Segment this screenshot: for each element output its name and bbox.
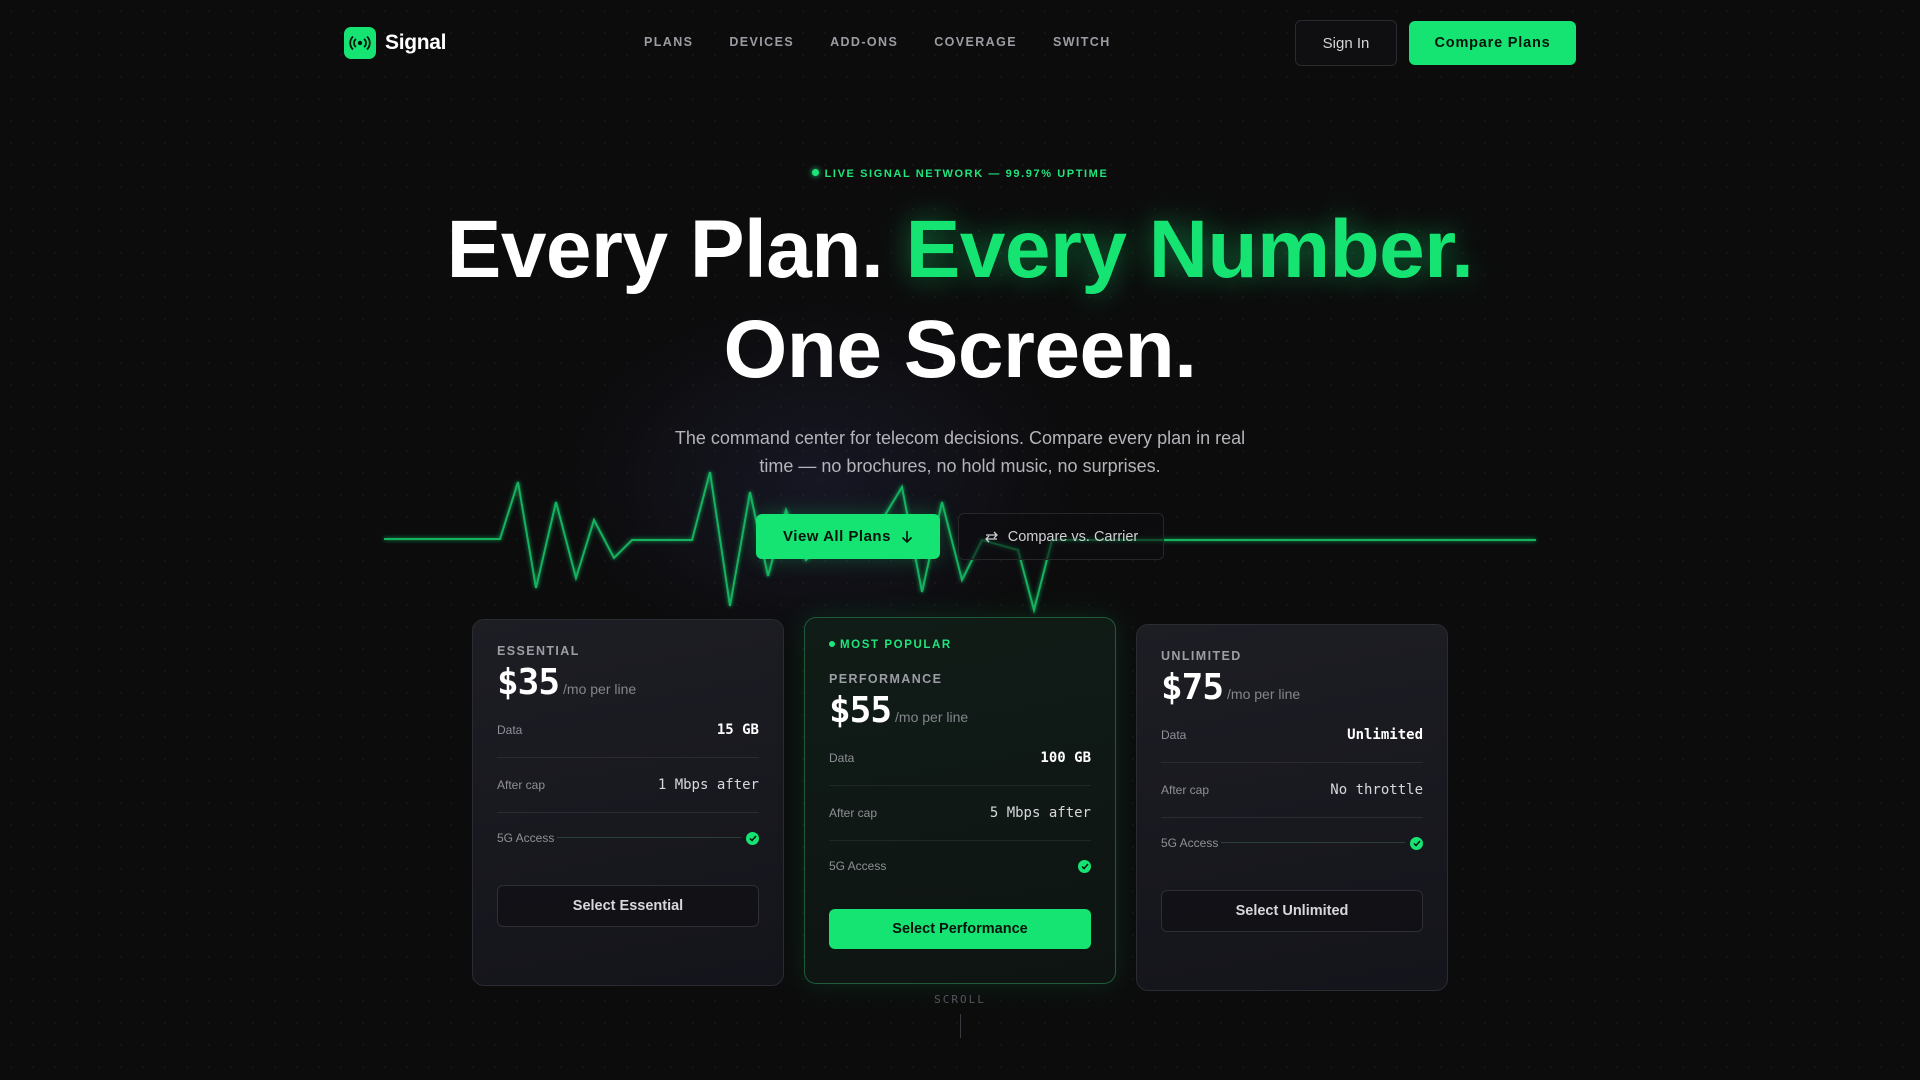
spec-value: 100 GB [1040, 750, 1091, 766]
hero-headline: Every Plan. Every Number. One Screen. [0, 200, 1920, 400]
spec-value: Unlimited [1347, 727, 1423, 743]
spec-row-data: Data 100 GB [829, 731, 1091, 786]
broadcast-icon [344, 27, 376, 59]
plan-price: $55 [829, 690, 892, 731]
status-dot-icon [811, 169, 819, 176]
arrow-down-icon [901, 530, 913, 543]
check-icon [1078, 859, 1091, 873]
divider [1221, 842, 1405, 843]
spec-label: After cap [497, 778, 546, 792]
divider [557, 837, 741, 838]
plan-card-performance: MOST POPULAR PERFORMANCE $55 /mo per lin… [804, 617, 1116, 984]
spec-value: 15 GB [716, 722, 759, 738]
plan-price-unit: /mo per line [895, 709, 969, 725]
spec-row-after-cap: After cap 5 Mbps after [829, 786, 1091, 841]
nav-link-add-ons[interactable]: ADD-ONS [830, 35, 898, 49]
select-unlimited-button[interactable]: Select Unlimited [1161, 890, 1423, 932]
plan-card-unlimited: UNLIMITED $75 /mo per line Data Unlimite… [1136, 624, 1448, 991]
nav-links: PLANS DEVICES ADD-ONS COVERAGE SWITCH [644, 35, 1111, 49]
nav-link-plans[interactable]: PLANS [644, 35, 693, 49]
plan-price: $35 [497, 662, 560, 703]
headline-accent: Every Number. [905, 204, 1474, 295]
spec-row-data: Data Unlimited [1161, 708, 1423, 763]
badge-text: LIVE SIGNAL NETWORK — 99.97% UPTIME [824, 168, 1109, 180]
badge-dot-icon [829, 641, 835, 647]
spec-value: 1 Mbps after [657, 777, 759, 793]
spec-row-after-cap: After cap 1 Mbps after [497, 758, 759, 813]
scroll-indicator-label: SCROLL [934, 993, 986, 1006]
spec-row-5g-access: 5G Access [497, 813, 759, 863]
swap-arrows-icon [984, 531, 998, 542]
headline-part-2: One Screen. [723, 304, 1197, 395]
spec-row-5g-access: 5G Access [1161, 818, 1423, 868]
spec-value: No throttle [1330, 782, 1423, 798]
spec-label: 5G Access [829, 859, 887, 873]
network-status-badge: LIVE SIGNAL NETWORK — 99.97% UPTIME [0, 168, 1920, 180]
plan-price-unit: /mo per line [1227, 686, 1301, 702]
plan-price: $75 [1161, 667, 1224, 708]
spec-row-5g-access: 5G Access [829, 841, 1091, 891]
view-all-plans-label: View All Plans [783, 528, 891, 545]
spec-label: 5G Access [1161, 836, 1219, 850]
headline-part-1: Every Plan. [446, 204, 884, 295]
spec-row-after-cap: After cap No throttle [1161, 763, 1423, 818]
compare-vs-carrier-label: Compare vs. Carrier [1007, 528, 1139, 545]
spec-label: Data [497, 723, 523, 737]
plan-card-essential: ESSENTIAL $35 /mo per line Data 15 GB Af… [472, 619, 784, 986]
compare-plans-button[interactable]: Compare Plans [1409, 21, 1576, 65]
view-all-plans-button[interactable]: View All Plans [756, 514, 940, 559]
spec-label: Data [1161, 728, 1187, 742]
scroll-indicator-line [960, 1014, 961, 1038]
plan-tier: UNLIMITED [1161, 649, 1242, 663]
nav-link-devices[interactable]: DEVICES [729, 35, 794, 49]
nav-link-switch[interactable]: SWITCH [1053, 35, 1111, 49]
brand-name: Signal [385, 31, 447, 54]
spec-label: Data [829, 751, 855, 765]
hero-subtitle: The command center for telecom decisions… [674, 428, 1246, 476]
compare-vs-carrier-button[interactable]: Compare vs. Carrier [958, 513, 1164, 560]
plan-tier: ESSENTIAL [497, 644, 580, 658]
brand-logo[interactable]: Signal [344, 27, 447, 59]
sign-in-button[interactable]: Sign In [1295, 20, 1397, 66]
spec-label: 5G Access [497, 831, 555, 845]
most-popular-label: MOST POPULAR [840, 639, 952, 651]
select-essential-button[interactable]: Select Essential [497, 885, 759, 927]
select-performance-button[interactable]: Select Performance [829, 909, 1091, 949]
spec-label: After cap [829, 806, 878, 820]
spec-value: 5 Mbps after [989, 805, 1091, 821]
top-nav: Signal PLANS DEVICES ADD-ONS COVERAGE SW… [0, 0, 1920, 86]
spec-row-data: Data 15 GB [497, 703, 759, 758]
plan-price-unit: /mo per line [563, 681, 637, 697]
plan-tier: PERFORMANCE [829, 672, 943, 686]
most-popular-badge: MOST POPULAR [829, 639, 1091, 651]
check-icon [746, 831, 759, 845]
spec-label: After cap [1161, 783, 1210, 797]
check-icon [1410, 836, 1423, 850]
nav-link-coverage[interactable]: COVERAGE [934, 35, 1017, 49]
